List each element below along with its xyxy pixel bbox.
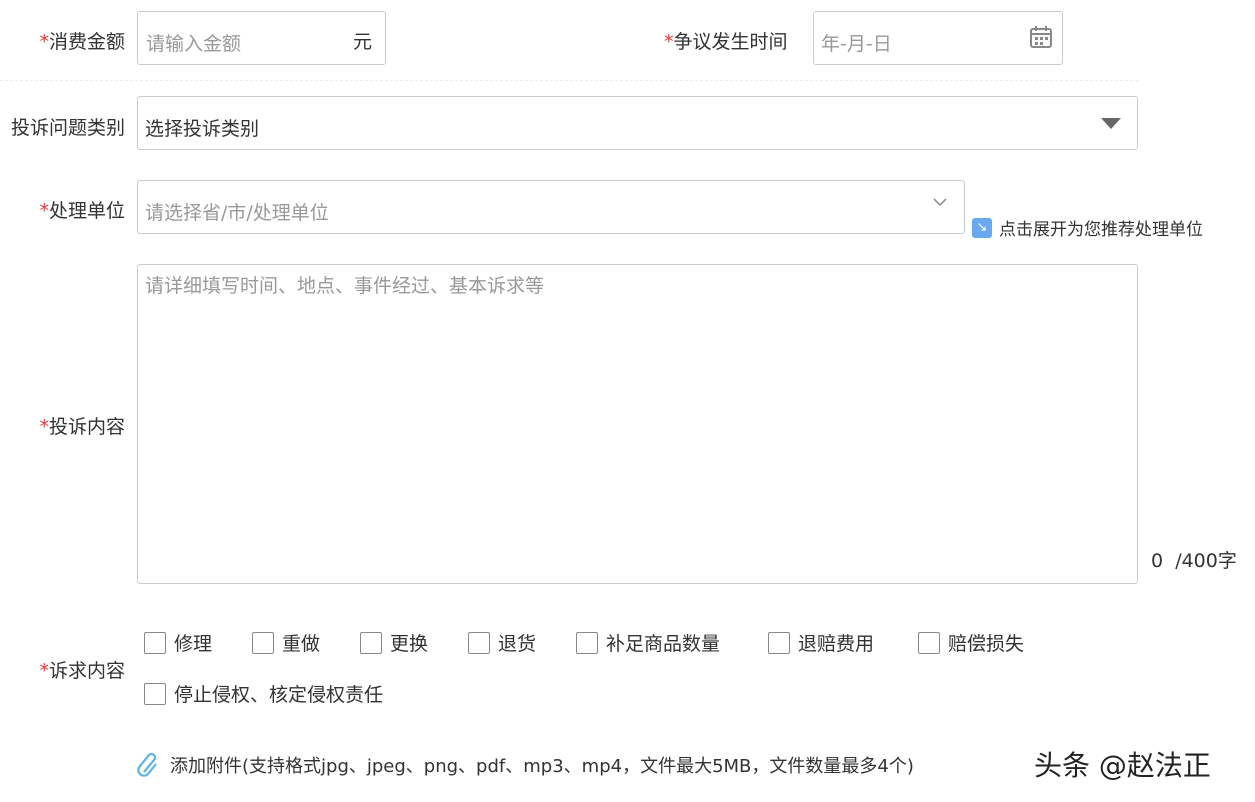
category-select[interactable]: 选择投诉类别 (137, 96, 1138, 150)
demands-label: *诉求内容 (0, 656, 125, 683)
date-placeholder: 年-月-日 (821, 29, 892, 56)
demand-checkbox-stop-infringement[interactable]: 停止侵权、核定侵权责任 (144, 680, 383, 707)
paperclip-icon (136, 752, 162, 778)
content-textarea[interactable]: 请详细填写时间、地点、事件经过、基本诉求等 (137, 264, 1138, 584)
category-label: 投诉问题类别 (0, 113, 125, 140)
amount-placeholder: 请输入金额 (146, 29, 241, 56)
unit-label: *处理单位 (0, 196, 125, 223)
dispute-time-label: *争议发生时间 (664, 27, 788, 54)
attachment-text: 添加附件(支持格式jpg、jpeg、png、pdf、mp3、mp4，文件最大5M… (170, 752, 914, 778)
recommend-text: 点击展开为您推荐处理单位 (999, 215, 1203, 240)
demand-checkbox-quantity[interactable]: 补足商品数量 (576, 629, 720, 656)
watermark: 头条 @赵法正 (1034, 744, 1211, 784)
amount-input[interactable]: 请输入金额 元 (137, 11, 386, 65)
dispute-date-input[interactable]: 年-月-日 (813, 11, 1063, 65)
demand-checkbox-redo[interactable]: 重做 (252, 629, 320, 656)
add-attachment-link[interactable]: 添加附件(支持格式jpg、jpeg、png、pdf、mp3、mp4，文件最大5M… (136, 752, 914, 778)
caret-down-icon (1101, 118, 1121, 129)
calendar-icon[interactable] (1029, 25, 1053, 49)
expand-arrow-icon: ↘ (972, 218, 992, 238)
demand-checkbox-compensation[interactable]: 赔偿损失 (918, 629, 1024, 656)
content-label: *投诉内容 (0, 412, 125, 439)
unit-label: 元 (353, 27, 372, 54)
chevron-down-icon (932, 196, 948, 208)
unit-select[interactable]: 请选择省/市/处理单位 (137, 180, 965, 234)
demand-checkbox-refund[interactable]: 退赔费用 (768, 629, 874, 656)
unit-placeholder: 请选择省/市/处理单位 (145, 198, 329, 225)
demand-checkbox-repair[interactable]: 修理 (144, 629, 212, 656)
amount-label: *消费金额 (0, 27, 125, 54)
demand-checkbox-replace[interactable]: 更换 (360, 629, 428, 656)
content-placeholder: 请详细填写时间、地点、事件经过、基本诉求等 (145, 271, 544, 298)
divider (0, 80, 1138, 81)
category-value: 选择投诉类别 (145, 114, 259, 141)
demand-checkbox-return[interactable]: 退货 (468, 629, 536, 656)
char-counter: 0 /400字 (1151, 546, 1237, 573)
recommend-unit-link[interactable]: ↘ 点击展开为您推荐处理单位 (972, 215, 1203, 240)
